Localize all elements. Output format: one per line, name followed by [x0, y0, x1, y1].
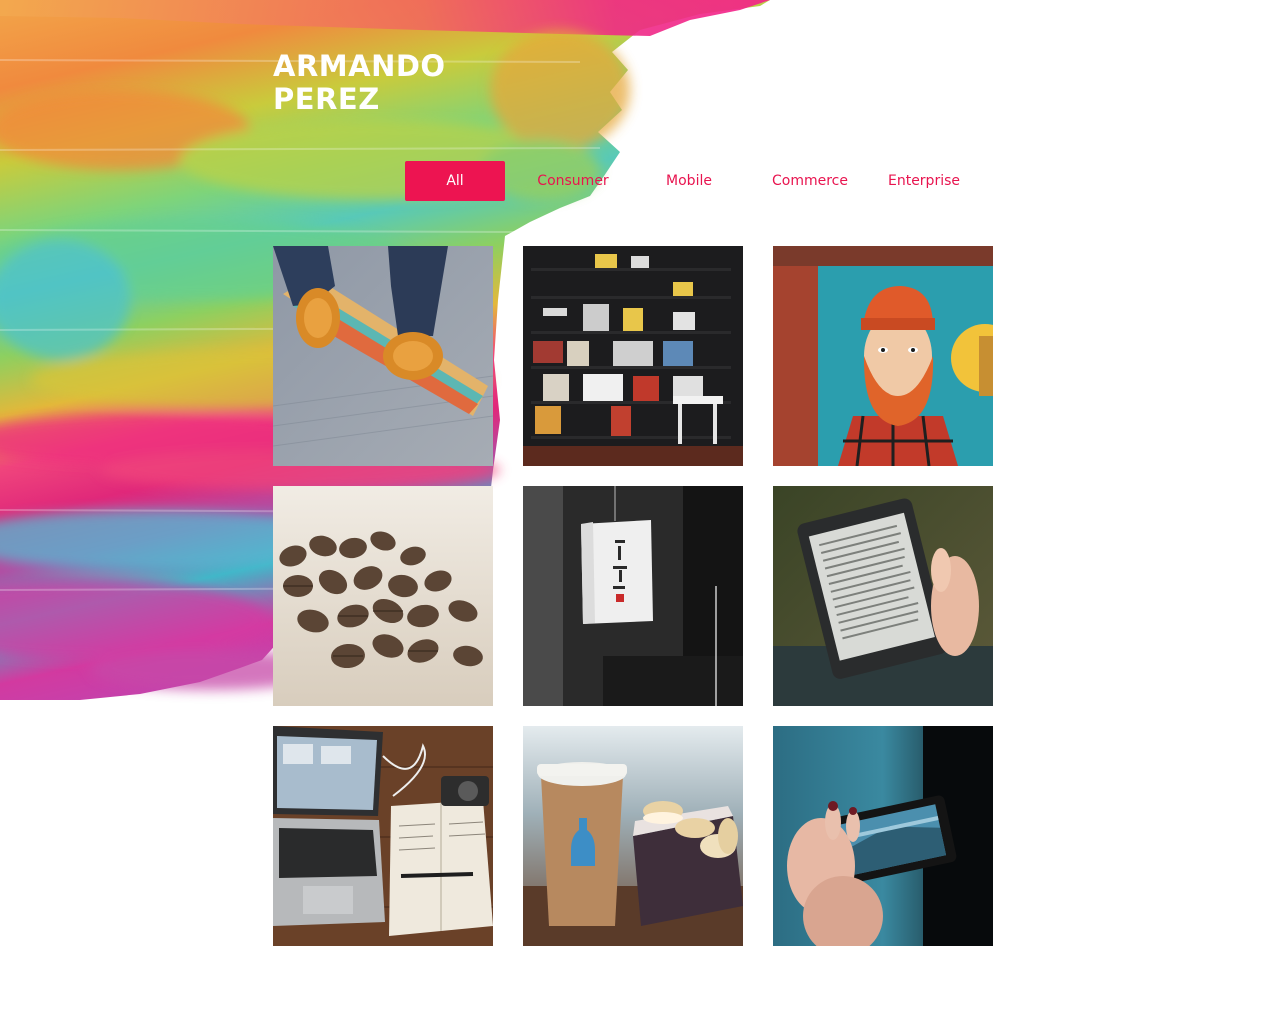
phone-photo-image [773, 726, 993, 946]
portfolio-gallery [273, 246, 993, 946]
site-title-line1: ARMANDO [273, 49, 446, 83]
portfolio-page: ARMANDO PEREZ All Consumer Mobile Commer… [0, 0, 1263, 1024]
ereader-image [773, 486, 993, 706]
gallery-item-ereader[interactable] [773, 486, 993, 706]
bearded-man-mural-image [773, 246, 993, 466]
filter-commerce[interactable]: Commerce [737, 161, 883, 201]
gallery-item-paper-lantern[interactable] [523, 486, 743, 706]
gallery-item-coffee-macarons[interactable] [523, 726, 743, 946]
coffee-macarons-image [523, 726, 743, 946]
paper-lantern-image [523, 486, 743, 706]
gallery-item-laptop-notebook[interactable] [273, 726, 493, 946]
laptop-notebook-image [273, 726, 493, 946]
filter-consumer[interactable]: Consumer [505, 161, 641, 201]
skateboard-shoes-image [273, 246, 493, 466]
gallery-item-bearded-man-mural[interactable] [773, 246, 993, 466]
category-filters: All Consumer Mobile Commerce Enterprise [405, 161, 965, 201]
coffee-beans-image [273, 486, 493, 706]
filter-enterprise[interactable]: Enterprise [883, 161, 965, 201]
filter-mobile[interactable]: Mobile [641, 161, 737, 201]
site-title-line2: PEREZ [273, 82, 380, 116]
gallery-item-skateboard-shoes[interactable] [273, 246, 493, 466]
gallery-item-coffee-beans[interactable] [273, 486, 493, 706]
site-title[interactable]: ARMANDO PEREZ [273, 50, 446, 116]
filter-all[interactable]: All [405, 161, 505, 201]
gallery-item-bookshelf[interactable] [523, 246, 743, 466]
gallery-item-phone-photo[interactable] [773, 726, 993, 946]
bookshelf-image [523, 246, 743, 466]
